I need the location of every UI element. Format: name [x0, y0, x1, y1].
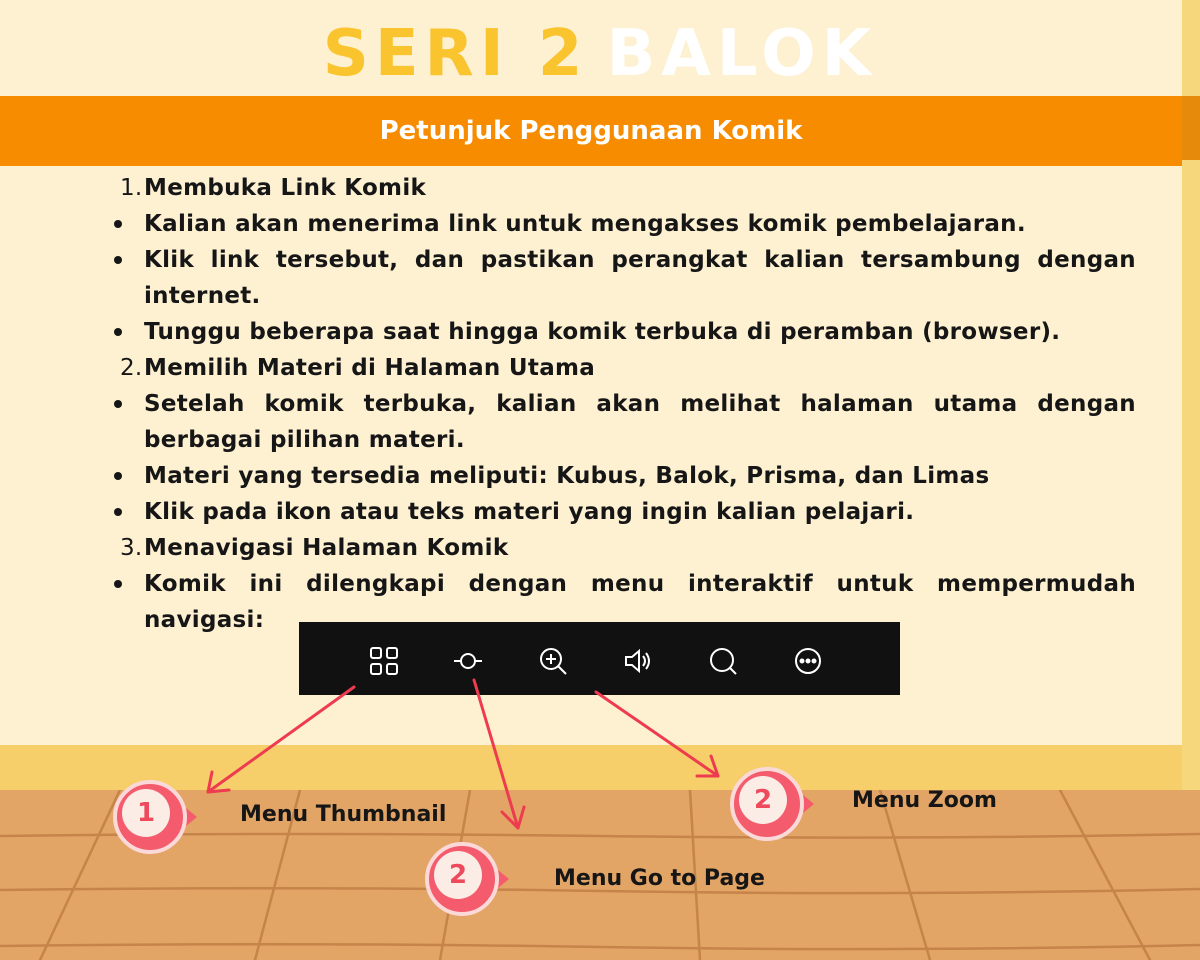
callout-marker: 2: [730, 767, 820, 842]
marker-number: 2: [753, 785, 773, 815]
callout-marker: 2: [425, 842, 515, 917]
callout-label: Menu Thumbnail: [240, 802, 447, 827]
marker-number: 2: [448, 860, 468, 890]
marker-number: 1: [136, 798, 156, 828]
callout-label: Menu Go to Page: [554, 866, 765, 891]
callout-marker: 1: [113, 780, 203, 855]
comic-guide-page: SERI 2 BALOK Petunjuk Penggunaan Komik 1.…: [0, 0, 1200, 960]
callout-label: Menu Zoom: [852, 788, 997, 813]
